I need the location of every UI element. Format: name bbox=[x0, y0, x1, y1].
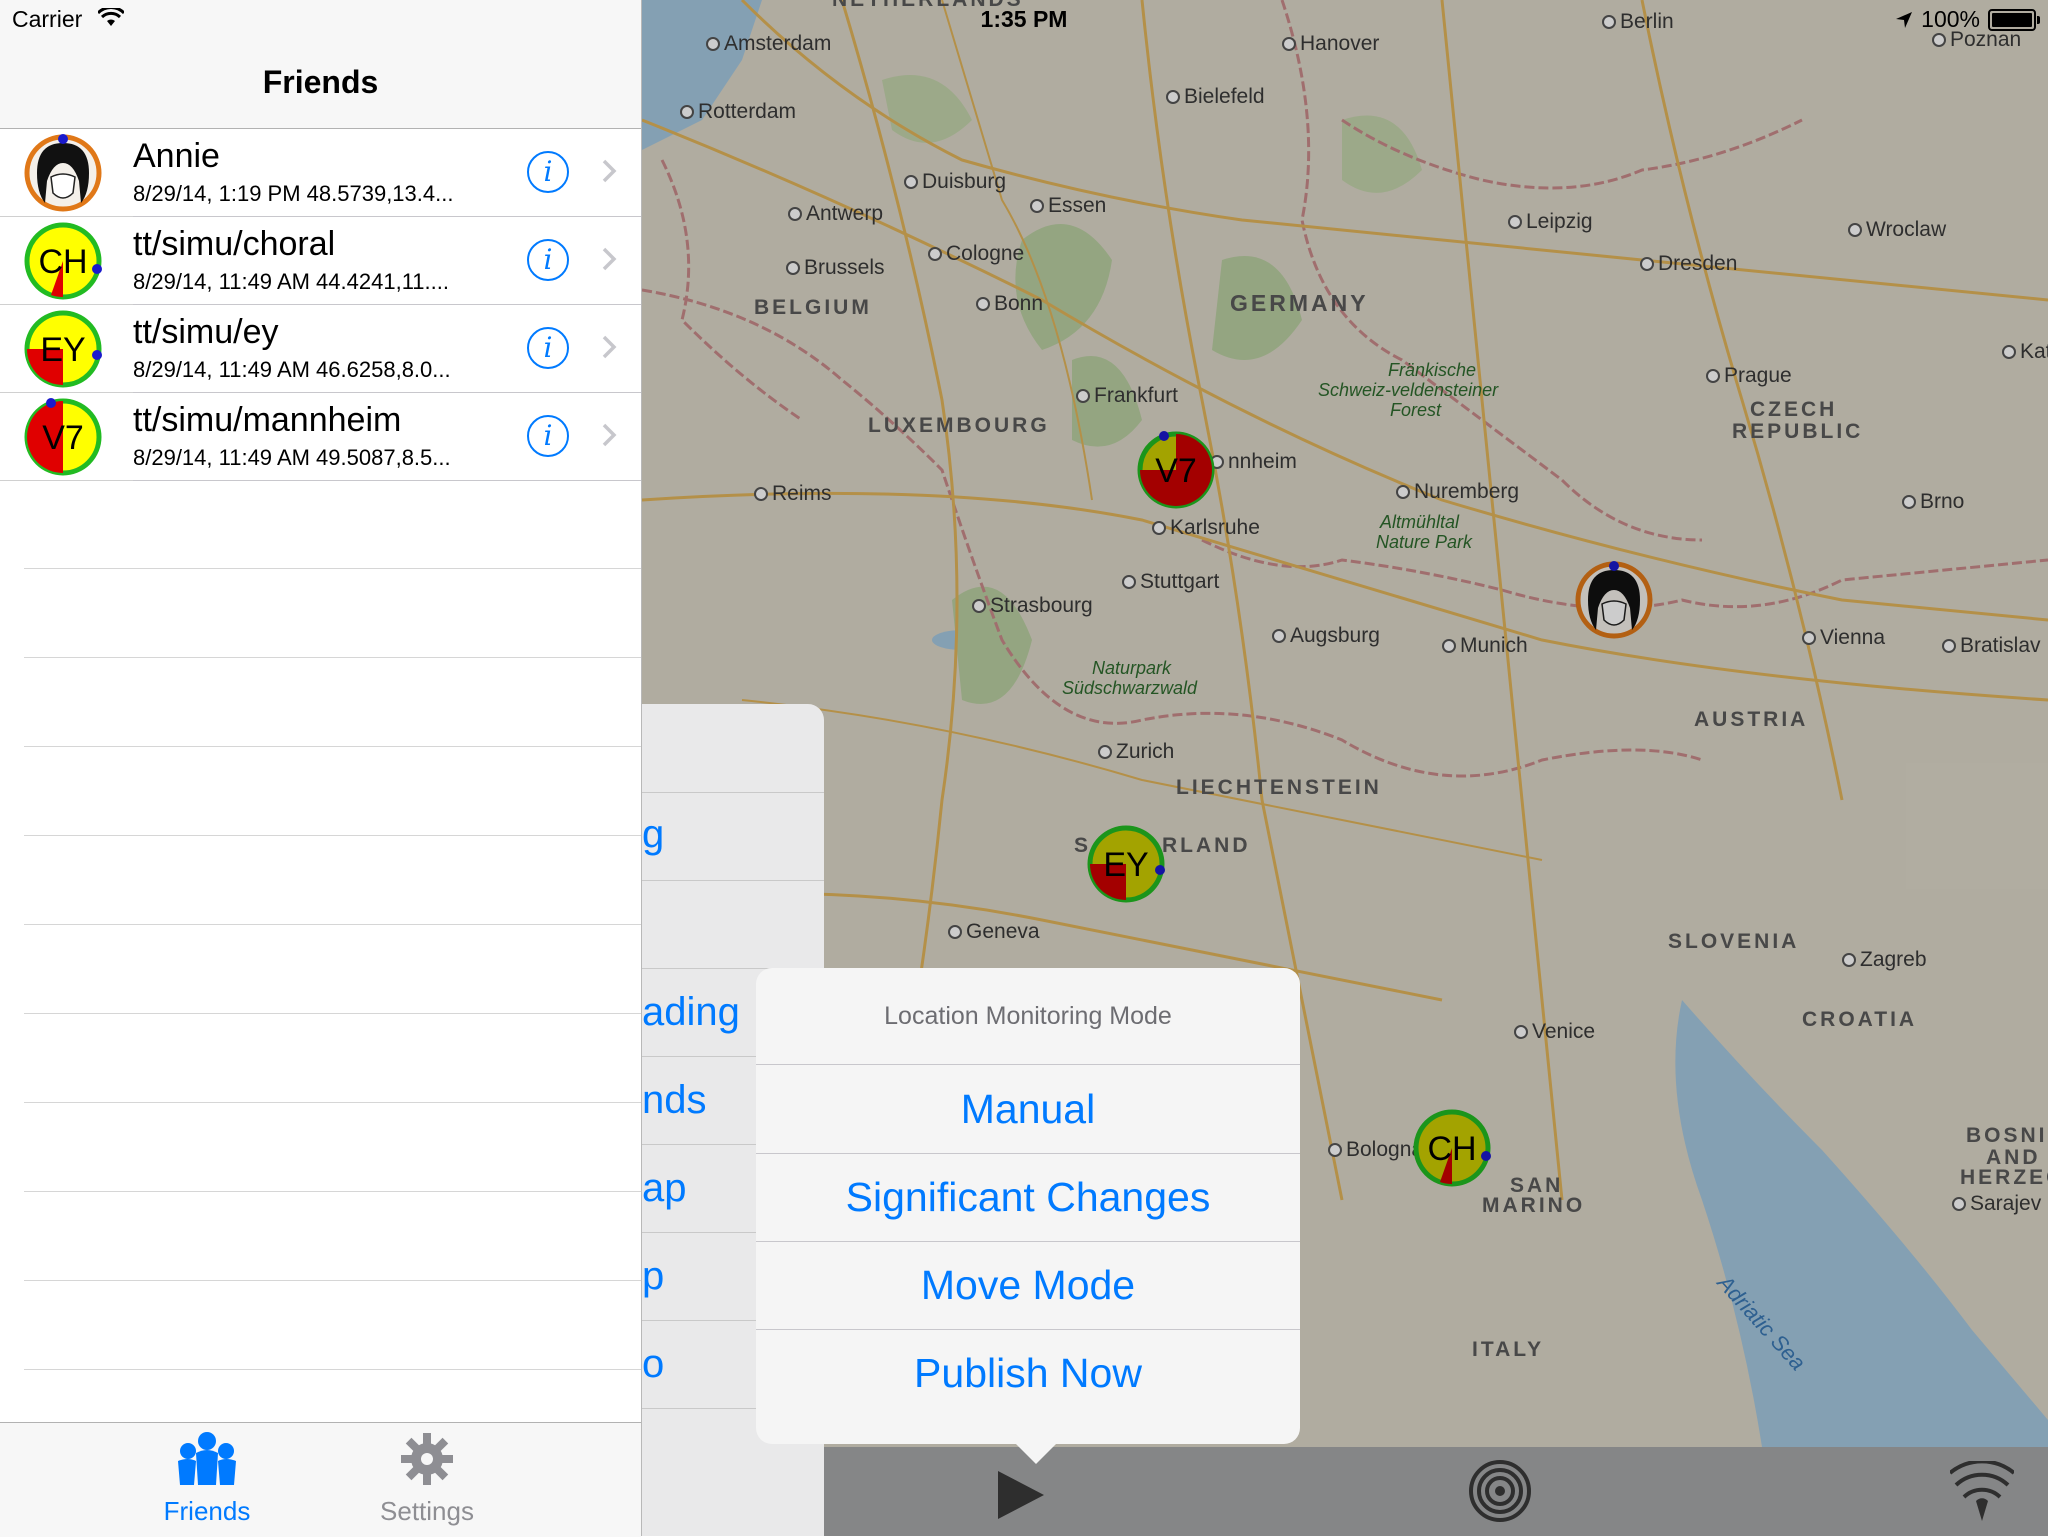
friend-detail: 8/29/14, 11:49 AM 44.4241,11.... bbox=[133, 269, 449, 294]
friend-list: Annie 8/29/14, 1:19 PM 48.5739,13.4... i… bbox=[0, 129, 641, 481]
empty-row bbox=[24, 747, 641, 836]
empty-row bbox=[24, 658, 641, 747]
status-bar: Carrier 1:35 PM 100% bbox=[0, 0, 2048, 40]
menu-item-label: ap bbox=[642, 1166, 687, 1210]
avatar-label: CH bbox=[38, 243, 87, 281]
friend-detail: 8/29/14, 11:49 AM 46.6258,8.0... bbox=[133, 357, 451, 382]
menu-item-label: p bbox=[642, 1254, 665, 1298]
menu-item-label: nds bbox=[642, 1078, 707, 1122]
tab-friends[interactable]: Friends bbox=[137, 1431, 277, 1527]
battery-icon bbox=[1988, 8, 2040, 31]
friend-name: tt/simu/mannheim bbox=[133, 401, 402, 439]
tab-label: Settings bbox=[380, 1496, 474, 1526]
menu-item-label: ading bbox=[642, 990, 740, 1034]
menu-item bbox=[642, 880, 824, 969]
friend-detail: 8/29/14, 1:19 PM 48.5739,13.4... bbox=[133, 181, 454, 206]
avatar-label: EY bbox=[40, 331, 85, 369]
tab-settings[interactable]: Settings bbox=[357, 1431, 497, 1527]
empty-table-rows bbox=[24, 480, 641, 1370]
battery-percent: 100% bbox=[1921, 6, 1980, 32]
tab-label: Friends bbox=[163, 1496, 251, 1526]
location-arrow-icon bbox=[1896, 11, 1913, 28]
ey-avatar-icon: EY bbox=[24, 310, 102, 388]
chevron-right-icon bbox=[602, 423, 617, 447]
friend-row-ey[interactable]: EY tt/simu/ey 8/29/14, 11:49 AM 46.6258,… bbox=[0, 305, 641, 393]
menu-item-label: o bbox=[642, 1342, 665, 1386]
empty-row bbox=[24, 480, 641, 569]
location-mode-popover: Location Monitoring Mode Manual Signific… bbox=[756, 968, 1300, 1464]
friend-row-annie[interactable]: Annie 8/29/14, 1:19 PM 48.5739,13.4... i bbox=[0, 129, 641, 217]
gear-icon bbox=[401, 1433, 453, 1485]
empty-row bbox=[24, 1192, 641, 1281]
chevron-right-icon bbox=[602, 247, 617, 271]
menu-item bbox=[642, 704, 824, 793]
chevron-right-icon bbox=[602, 335, 617, 359]
friend-row-choral[interactable]: CH tt/simu/choral 8/29/14, 11:49 AM 44.4… bbox=[0, 217, 641, 305]
empty-row bbox=[24, 925, 641, 1014]
empty-row bbox=[24, 1103, 641, 1192]
chevron-right-icon bbox=[602, 159, 617, 183]
empty-row bbox=[24, 1014, 641, 1103]
empty-row bbox=[24, 836, 641, 925]
friend-name: tt/simu/choral bbox=[133, 225, 336, 263]
ch-avatar-icon: CH bbox=[24, 222, 102, 300]
friend-name: Annie bbox=[133, 137, 220, 175]
empty-row bbox=[24, 1281, 641, 1370]
empty-row bbox=[24, 569, 641, 658]
friends-pane: Friends Annie 8/29/14, 1:19 PM 48.5739,1… bbox=[0, 0, 642, 1537]
friend-name: tt/simu/ey bbox=[133, 313, 279, 351]
menu-item-label: g bbox=[642, 812, 665, 856]
popover-title: Location Monitoring Mode bbox=[756, 968, 1300, 1065]
friends-icon bbox=[178, 1432, 236, 1485]
mode-manual-button[interactable]: Manual bbox=[756, 1065, 1300, 1154]
mode-significant-changes-button[interactable]: Significant Changes bbox=[756, 1153, 1300, 1242]
tab-bar: Friends Settings bbox=[0, 1422, 641, 1537]
info-icon[interactable]: i bbox=[527, 327, 569, 369]
popover-arrow bbox=[1014, 1442, 1058, 1464]
publish-now-button[interactable]: Publish Now bbox=[756, 1329, 1300, 1417]
info-icon[interactable]: i bbox=[527, 415, 569, 457]
friend-row-mannheim[interactable]: V7 tt/simu/mannheim 8/29/14, 11:49 AM 49… bbox=[0, 393, 641, 481]
portrait-avatar-icon bbox=[24, 134, 102, 212]
friend-detail: 8/29/14, 11:49 AM 49.5087,8.5... bbox=[133, 445, 451, 470]
info-icon[interactable]: i bbox=[527, 151, 569, 193]
page-title: Friends bbox=[262, 64, 379, 100]
avatar-label: V7 bbox=[42, 419, 84, 457]
clock: 1:35 PM bbox=[980, 6, 1068, 32]
mode-move-button[interactable]: Move Mode bbox=[756, 1241, 1300, 1330]
info-icon[interactable]: i bbox=[527, 239, 569, 281]
v7-avatar-icon: V7 bbox=[24, 398, 102, 476]
menu-item[interactable]: g bbox=[642, 792, 824, 881]
